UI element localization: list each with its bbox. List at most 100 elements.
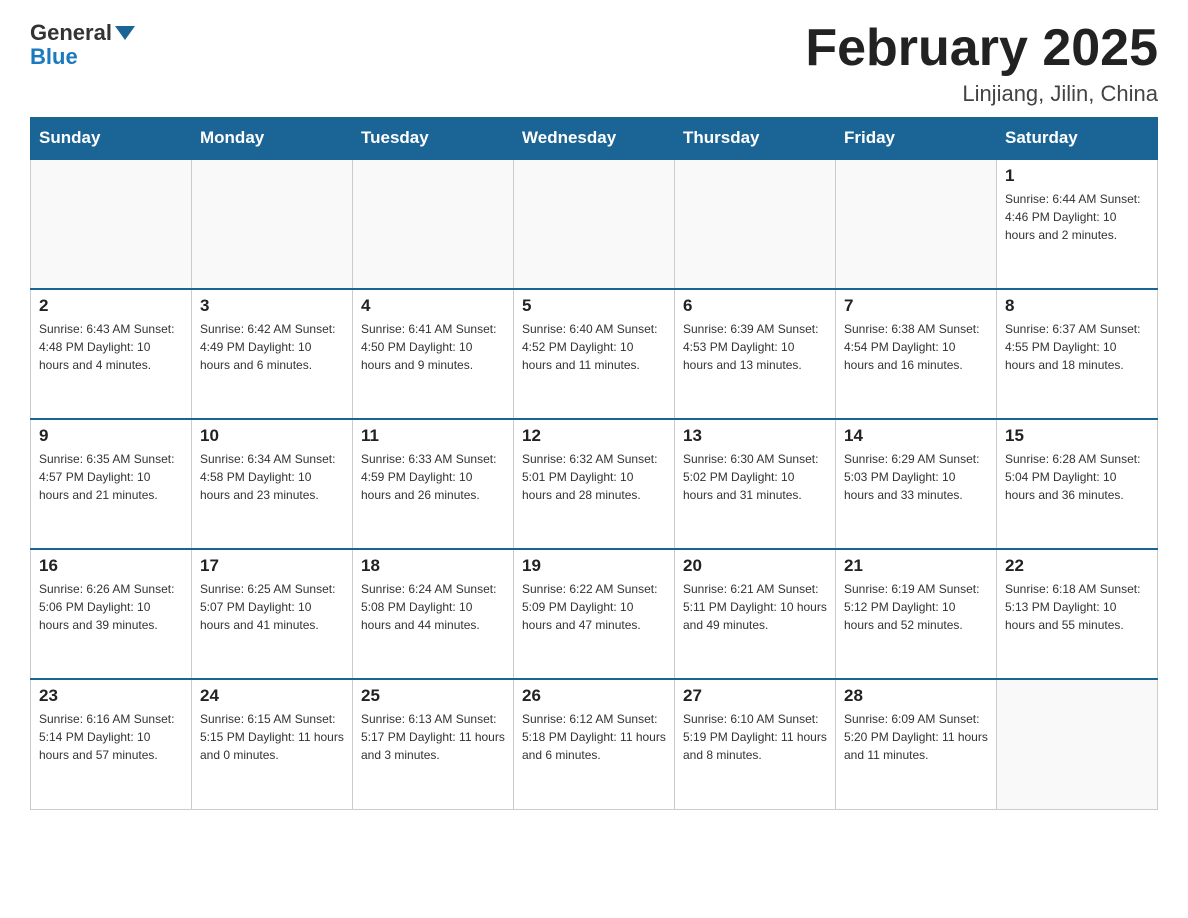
day-info: Sunrise: 6:34 AM Sunset: 4:58 PM Dayligh…: [200, 450, 344, 504]
day-info: Sunrise: 6:24 AM Sunset: 5:08 PM Dayligh…: [361, 580, 505, 634]
logo: General Blue: [30, 20, 138, 70]
day-number: 18: [361, 556, 505, 576]
calendar-cell: 23 Sunrise: 6:16 AM Sunset: 5:14 PM Dayli…: [31, 679, 192, 809]
day-info: Sunrise: 6:43 AM Sunset: 4:48 PM Dayligh…: [39, 320, 183, 374]
day-info: Sunrise: 6:15 AM Sunset: 5:15 PM Dayligh…: [200, 710, 344, 764]
day-number: 13: [683, 426, 827, 446]
logo-general-text: General: [30, 20, 112, 46]
day-number: 5: [522, 296, 666, 316]
calendar-week-row: 2 Sunrise: 6:43 AM Sunset: 4:48 PM Daylig…: [31, 289, 1158, 419]
day-info: Sunrise: 6:42 AM Sunset: 4:49 PM Dayligh…: [200, 320, 344, 374]
day-info: Sunrise: 6:33 AM Sunset: 4:59 PM Dayligh…: [361, 450, 505, 504]
logo-blue-text: Blue: [30, 44, 78, 70]
day-info: Sunrise: 6:21 AM Sunset: 5:11 PM Dayligh…: [683, 580, 827, 634]
calendar-header-row: SundayMondayTuesdayWednesdayThursdayFrid…: [31, 118, 1158, 160]
calendar-cell: 7 Sunrise: 6:38 AM Sunset: 4:54 PM Daylig…: [836, 289, 997, 419]
day-info: Sunrise: 6:38 AM Sunset: 4:54 PM Dayligh…: [844, 320, 988, 374]
day-number: 4: [361, 296, 505, 316]
calendar-day-header: Friday: [836, 118, 997, 160]
calendar-cell: 9 Sunrise: 6:35 AM Sunset: 4:57 PM Daylig…: [31, 419, 192, 549]
calendar-cell: 10 Sunrise: 6:34 AM Sunset: 4:58 PM Dayli…: [192, 419, 353, 549]
calendar-week-row: 9 Sunrise: 6:35 AM Sunset: 4:57 PM Daylig…: [31, 419, 1158, 549]
calendar-cell: 11 Sunrise: 6:33 AM Sunset: 4:59 PM Dayli…: [353, 419, 514, 549]
day-number: 1: [1005, 166, 1149, 186]
day-info: Sunrise: 6:28 AM Sunset: 5:04 PM Dayligh…: [1005, 450, 1149, 504]
day-info: Sunrise: 6:41 AM Sunset: 4:50 PM Dayligh…: [361, 320, 505, 374]
day-info: Sunrise: 6:10 AM Sunset: 5:19 PM Dayligh…: [683, 710, 827, 764]
day-number: 15: [1005, 426, 1149, 446]
page-header: General Blue February 2025 Linjiang, Jil…: [30, 20, 1158, 107]
calendar-cell: 3 Sunrise: 6:42 AM Sunset: 4:49 PM Daylig…: [192, 289, 353, 419]
calendar-cell: 19 Sunrise: 6:22 AM Sunset: 5:09 PM Dayli…: [514, 549, 675, 679]
calendar-week-row: 1 Sunrise: 6:44 AM Sunset: 4:46 PM Daylig…: [31, 159, 1158, 289]
day-number: 27: [683, 686, 827, 706]
calendar-cell: 18 Sunrise: 6:24 AM Sunset: 5:08 PM Dayli…: [353, 549, 514, 679]
day-info: Sunrise: 6:12 AM Sunset: 5:18 PM Dayligh…: [522, 710, 666, 764]
day-number: 24: [200, 686, 344, 706]
day-info: Sunrise: 6:22 AM Sunset: 5:09 PM Dayligh…: [522, 580, 666, 634]
calendar-cell: 8 Sunrise: 6:37 AM Sunset: 4:55 PM Daylig…: [997, 289, 1158, 419]
calendar-cell: [997, 679, 1158, 809]
day-info: Sunrise: 6:30 AM Sunset: 5:02 PM Dayligh…: [683, 450, 827, 504]
day-number: 7: [844, 296, 988, 316]
day-info: Sunrise: 6:35 AM Sunset: 4:57 PM Dayligh…: [39, 450, 183, 504]
calendar-cell: [514, 159, 675, 289]
calendar-cell: 16Sunrise: 6:26 AM Sunset: 5:06 PM Dayli…: [31, 549, 192, 679]
calendar-cell: 24 Sunrise: 6:15 AM Sunset: 5:15 PM Dayli…: [192, 679, 353, 809]
calendar-cell: [31, 159, 192, 289]
day-info: Sunrise: 6:39 AM Sunset: 4:53 PM Dayligh…: [683, 320, 827, 374]
day-number: 22: [1005, 556, 1149, 576]
calendar-day-header: Thursday: [675, 118, 836, 160]
calendar-cell: 4 Sunrise: 6:41 AM Sunset: 4:50 PM Daylig…: [353, 289, 514, 419]
calendar-title: February 2025: [805, 20, 1158, 77]
calendar-table: SundayMondayTuesdayWednesdayThursdayFrid…: [30, 117, 1158, 810]
day-number: 11: [361, 426, 505, 446]
calendar-cell: 25Sunrise: 6:13 AM Sunset: 5:17 PM Dayli…: [353, 679, 514, 809]
day-number: 2: [39, 296, 183, 316]
day-number: 17: [200, 556, 344, 576]
calendar-cell: 15 Sunrise: 6:28 AM Sunset: 5:04 PM Dayli…: [997, 419, 1158, 549]
day-info: Sunrise: 6:19 AM Sunset: 5:12 PM Dayligh…: [844, 580, 988, 634]
day-number: 8: [1005, 296, 1149, 316]
calendar-cell: 17 Sunrise: 6:25 AM Sunset: 5:07 PM Dayli…: [192, 549, 353, 679]
day-info: Sunrise: 6:32 AM Sunset: 5:01 PM Dayligh…: [522, 450, 666, 504]
day-number: 12: [522, 426, 666, 446]
calendar-cell: 6 Sunrise: 6:39 AM Sunset: 4:53 PM Daylig…: [675, 289, 836, 419]
calendar-cell: 13 Sunrise: 6:30 AM Sunset: 5:02 PM Dayli…: [675, 419, 836, 549]
calendar-cell: 27 Sunrise: 6:10 AM Sunset: 5:19 PM Dayli…: [675, 679, 836, 809]
day-number: 3: [200, 296, 344, 316]
day-info: Sunrise: 6:44 AM Sunset: 4:46 PM Dayligh…: [1005, 190, 1149, 244]
day-number: 23: [39, 686, 183, 706]
calendar-cell: 5 Sunrise: 6:40 AM Sunset: 4:52 PM Daylig…: [514, 289, 675, 419]
day-number: 28: [844, 686, 988, 706]
logo-arrow-icon: [115, 26, 135, 40]
calendar-cell: 22 Sunrise: 6:18 AM Sunset: 5:13 PM Dayli…: [997, 549, 1158, 679]
day-info: Sunrise: 6:09 AM Sunset: 5:20 PM Dayligh…: [844, 710, 988, 764]
day-info: Sunrise: 6:29 AM Sunset: 5:03 PM Dayligh…: [844, 450, 988, 504]
day-info: Sunrise: 6:18 AM Sunset: 5:13 PM Dayligh…: [1005, 580, 1149, 634]
day-info: Sunrise: 6:25 AM Sunset: 5:07 PM Dayligh…: [200, 580, 344, 634]
calendar-day-header: Saturday: [997, 118, 1158, 160]
day-info: Sunrise: 6:26 AM Sunset: 5:06 PM Dayligh…: [39, 580, 183, 634]
calendar-cell: [353, 159, 514, 289]
day-number: 26: [522, 686, 666, 706]
title-area: February 2025 Linjiang, Jilin, China: [805, 20, 1158, 107]
day-info: Sunrise: 6:37 AM Sunset: 4:55 PM Dayligh…: [1005, 320, 1149, 374]
day-number: 6: [683, 296, 827, 316]
day-number: 20: [683, 556, 827, 576]
calendar-day-header: Tuesday: [353, 118, 514, 160]
calendar-cell: 21Sunrise: 6:19 AM Sunset: 5:12 PM Dayli…: [836, 549, 997, 679]
day-info: Sunrise: 6:16 AM Sunset: 5:14 PM Dayligh…: [39, 710, 183, 764]
calendar-week-row: 23 Sunrise: 6:16 AM Sunset: 5:14 PM Dayli…: [31, 679, 1158, 809]
calendar-cell: 1 Sunrise: 6:44 AM Sunset: 4:46 PM Daylig…: [997, 159, 1158, 289]
day-number: 25: [361, 686, 505, 706]
calendar-cell: [675, 159, 836, 289]
calendar-cell: 14Sunrise: 6:29 AM Sunset: 5:03 PM Dayli…: [836, 419, 997, 549]
day-number: 10: [200, 426, 344, 446]
calendar-week-row: 16Sunrise: 6:26 AM Sunset: 5:06 PM Dayli…: [31, 549, 1158, 679]
day-number: 9: [39, 426, 183, 446]
calendar-cell: 28 Sunrise: 6:09 AM Sunset: 5:20 PM Dayli…: [836, 679, 997, 809]
calendar-cell: 26 Sunrise: 6:12 AM Sunset: 5:18 PM Dayli…: [514, 679, 675, 809]
day-number: 19: [522, 556, 666, 576]
day-info: Sunrise: 6:40 AM Sunset: 4:52 PM Dayligh…: [522, 320, 666, 374]
